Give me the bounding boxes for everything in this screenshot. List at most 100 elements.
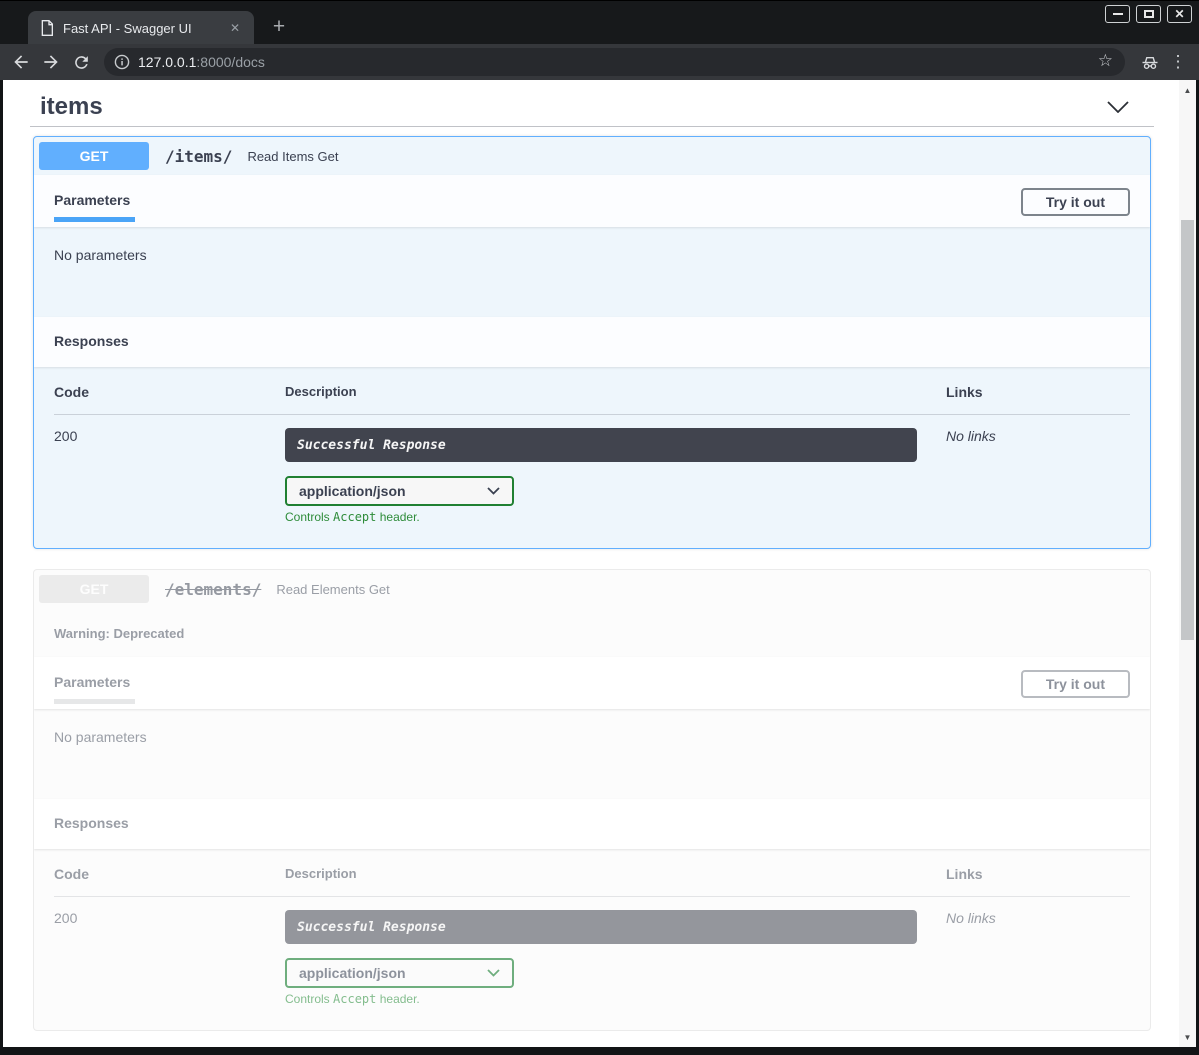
chevron-down-icon [487,969,500,977]
operation-path: /items/ [165,147,232,166]
window-close-button[interactable]: ✕ [1167,5,1192,23]
opblock-summary[interactable]: GET /elements/ Read Elements Get [34,570,1150,608]
description-column-header: Description [285,866,946,882]
hint-suffix: header. [376,510,419,524]
parameters-body: No parameters [34,227,1150,317]
try-it-out-button[interactable]: Try it out [1021,188,1130,216]
hint-suffix: header. [376,992,419,1006]
deprecated-warning: Warning: Deprecated [34,608,1150,657]
no-parameters-text: No parameters [54,247,147,263]
try-it-out-button[interactable]: Try it out [1021,670,1130,698]
url-text: 127.0.0.1:8000/docs [138,54,265,70]
window-controls: ✕ [1105,5,1192,23]
code-column-header: Code [54,384,285,400]
parameters-body: No parameters [34,709,1150,799]
hint-prefix: Controls [285,992,333,1006]
bookmark-star-icon[interactable]: ☆ [1098,51,1113,71]
opblock-get-elements-deprecated: GET /elements/ Read Elements Get Warning… [33,569,1151,1031]
response-row: 200 Successful Response application/json… [54,415,1130,524]
window-maximize-button[interactable] [1136,5,1161,23]
minimize-icon [1113,13,1123,15]
url-path: :8000/docs [196,54,265,70]
response-description-cell: Successful Response application/json Con… [285,910,946,1006]
parameters-label: Parameters [54,674,130,700]
reload-icon [72,53,91,72]
hint-code: Accept [333,510,376,524]
address-bar[interactable]: 127.0.0.1:8000/docs ☆ [104,48,1125,76]
method-badge: GET [39,142,149,170]
opblock-get-items: GET /items/ Read Items Get Parameters Tr… [33,136,1151,549]
maximize-icon [1144,10,1154,18]
response-code: 200 [54,910,285,1006]
opblock-summary[interactable]: GET /items/ Read Items Get [34,137,1150,175]
response-description-text: Successful Response [297,920,446,935]
response-description-cell: Successful Response application/json Con… [285,428,946,524]
responses-table: Code Description Links 200 Successful Re… [34,849,1150,1030]
new-tab-button[interactable]: + [266,15,292,41]
active-tab-underline [54,699,135,704]
response-code: 200 [54,428,285,524]
site-info-icon[interactable] [114,54,130,70]
accept-header-hint: Controls Accept header. [285,510,946,524]
links-column-header: Links [946,384,1130,400]
responses-section-header: Responses [34,799,1150,849]
responses-table-head: Code Description Links [54,384,1130,415]
page-viewport: items GET /items/ Read Items Get Paramet… [3,80,1196,1047]
browser-menu-button[interactable]: ⋮ [1165,47,1191,77]
vertical-scrollbar[interactable]: ▲ ▼ [1179,80,1196,1047]
content-type-value: application/json [299,483,406,499]
forward-arrow-icon [41,52,61,72]
back-button[interactable] [6,47,36,77]
response-content-type-select[interactable]: application/json [285,958,514,988]
window-minimize-button[interactable] [1105,5,1130,23]
reload-button[interactable] [66,47,96,77]
tab-close-icon[interactable]: ✕ [226,19,244,37]
no-links-text: No links [946,428,1130,524]
forward-button[interactable] [36,47,66,77]
code-column-header: Code [54,866,285,882]
method-badge: GET [39,575,149,603]
browser-window: Fast API - Swagger UI ✕ + ✕ 127.0.0.1:80… [0,0,1199,1055]
response-description-text: Successful Response [297,438,446,453]
parameters-tab[interactable]: Parameters [54,665,130,709]
links-column-header: Links [946,866,1130,882]
responses-table-head: Code Description Links [54,866,1130,897]
collapse-chevron-icon[interactable] [1107,96,1129,118]
parameters-section-header: Parameters Try it out [34,175,1150,227]
tag-divider [30,126,1154,127]
chevron-down-icon [487,487,500,495]
response-description-box: Successful Response [285,910,917,944]
parameters-label: Parameters [54,192,130,218]
responses-table: Code Description Links 200 Successful Re… [34,367,1150,548]
operation-summary: Read Items Get [247,149,338,164]
parameters-section-header: Parameters Try it out [34,657,1150,709]
scroll-down-icon[interactable]: ▼ [1179,1029,1196,1045]
operation-path: /elements/ [165,580,261,599]
response-row: 200 Successful Response application/json… [54,897,1130,1006]
browser-toolbar: 127.0.0.1:8000/docs ☆ ⋮ [0,44,1199,80]
scrollbar-thumb[interactable] [1181,220,1194,640]
responses-label: Responses [54,815,129,831]
response-content-type-select[interactable]: application/json [285,476,514,506]
tag-title: items [40,93,103,121]
responses-label: Responses [54,333,129,349]
back-arrow-icon [11,52,31,72]
responses-section-header: Responses [34,317,1150,367]
url-host: 127.0.0.1 [138,54,196,70]
tag-section-header[interactable]: items [3,80,1179,122]
description-column-header: Description [285,384,946,400]
parameters-tab[interactable]: Parameters [54,183,130,227]
content-type-value: application/json [299,965,406,981]
operation-summary: Read Elements Get [276,582,389,597]
accept-header-hint: Controls Accept header. [285,992,946,1006]
browser-tab[interactable]: Fast API - Swagger UI ✕ [28,11,254,45]
scroll-up-icon[interactable]: ▲ [1179,82,1196,98]
document-favicon-icon [40,20,54,36]
tab-strip: Fast API - Swagger UI ✕ + ✕ [0,0,1199,44]
response-description-box: Successful Response [285,428,917,462]
hint-code: Accept [333,992,376,1006]
incognito-icon [1135,47,1165,77]
no-links-text: No links [946,910,1130,1006]
swagger-content: items GET /items/ Read Items Get Paramet… [3,80,1179,1031]
tab-title: Fast API - Swagger UI [63,21,226,36]
